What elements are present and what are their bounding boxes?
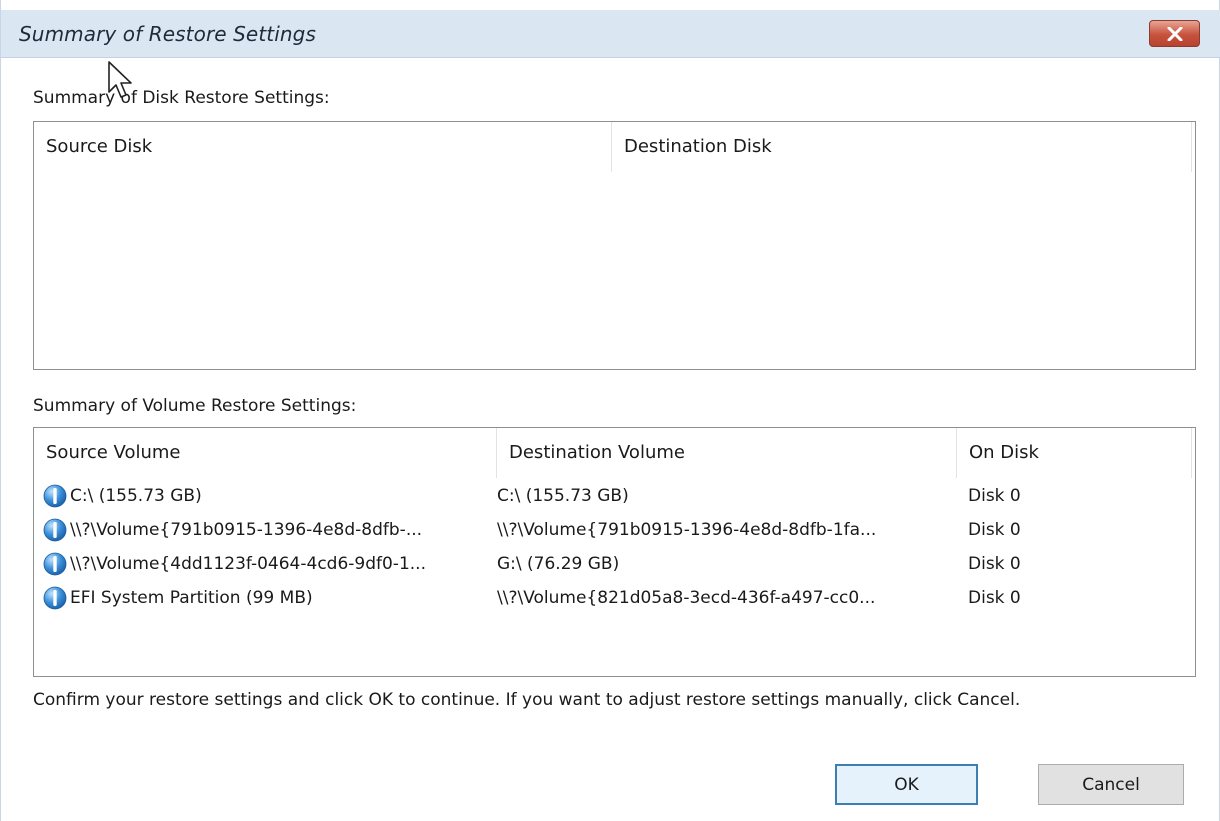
ok-button[interactable]: OK [835, 764, 978, 805]
volume-section-label: Summary of Volume Restore Settings: [33, 396, 357, 416]
destination-volume-cell: G:\ (76.29 GB) [497, 554, 620, 574]
source-volume-cell: C:\ (155.73 GB) [70, 486, 202, 506]
close-button[interactable] [1149, 20, 1200, 47]
column-header-destination-disk[interactable]: Destination Disk [612, 122, 1192, 172]
volume-list[interactable]: Source Volume Destination Volume On Disk… [33, 427, 1196, 677]
disk-list-header: Source Disk Destination Disk [34, 122, 1195, 172]
destination-volume-cell: C:\ (155.73 GB) [497, 486, 629, 506]
cancel-button[interactable]: Cancel [1038, 764, 1184, 805]
source-volume-cell: \\?\Volume{791b0915-1396-4e8d-8dfb-... [70, 520, 423, 540]
on-disk-cell: Disk 0 [968, 520, 1021, 540]
column-header-source-volume[interactable]: Source Volume [34, 428, 497, 478]
title-bar[interactable]: Summary of Restore Settings [1, 10, 1220, 58]
mouse-pointer-icon [108, 61, 132, 98]
disk-section-label: Summary of Disk Restore Settings: [33, 88, 330, 108]
on-disk-cell: Disk 0 [968, 486, 1021, 506]
on-disk-cell: Disk 0 [968, 588, 1021, 608]
volume-info-icon [43, 586, 67, 610]
volume-row[interactable]: \\?\Volume{4dd1123f-0464-4cd6-9df0-1... … [34, 547, 1195, 581]
on-disk-cell: Disk 0 [968, 554, 1021, 574]
source-volume-cell: \\?\Volume{4dd1123f-0464-4cd6-9df0-1... [70, 554, 426, 574]
column-header-destination-volume[interactable]: Destination Volume [497, 428, 957, 478]
destination-volume-cell: \\?\Volume{821d05a8-3ecd-436f-a497-cc0..… [497, 588, 876, 608]
column-header-on-disk[interactable]: On Disk [957, 428, 1192, 478]
window-title: Summary of Restore Settings [19, 22, 316, 46]
destination-volume-cell: \\?\Volume{791b0915-1396-4e8d-8dfb-1fa..… [497, 520, 877, 540]
confirm-message: Confirm your restore settings and click … [33, 690, 1021, 710]
volume-list-header: Source Volume Destination Volume On Disk [34, 428, 1195, 478]
volume-info-icon [43, 518, 67, 542]
volume-info-icon [43, 552, 67, 576]
volume-row[interactable]: \\?\Volume{791b0915-1396-4e8d-8dfb-... \… [34, 513, 1195, 547]
column-header-source-disk[interactable]: Source Disk [34, 122, 612, 172]
volume-row[interactable]: EFI System Partition (99 MB) \\?\Volume{… [34, 581, 1195, 615]
source-volume-cell: EFI System Partition (99 MB) [70, 588, 313, 608]
disk-list[interactable]: Source Disk Destination Disk [33, 121, 1196, 370]
volume-row[interactable]: C:\ (155.73 GB) C:\ (155.73 GB) Disk 0 [34, 479, 1195, 513]
close-icon [1167, 26, 1182, 41]
volume-info-icon [43, 484, 67, 508]
dialog-window: Summary of Restore Settings Summary of D… [0, 0, 1220, 821]
